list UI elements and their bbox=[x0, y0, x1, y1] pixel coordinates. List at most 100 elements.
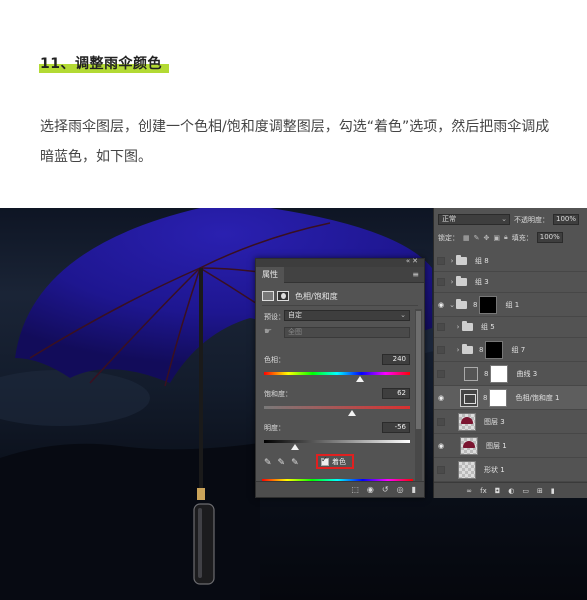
lock-artboard-icon[interactable]: ▣ bbox=[493, 234, 500, 242]
clip-to-layer-icon[interactable]: ⬚ bbox=[351, 485, 359, 494]
properties-scrollbar[interactable] bbox=[415, 309, 422, 489]
lock-label: 锁定： bbox=[438, 233, 459, 242]
cloud bbox=[0, 370, 150, 426]
lightness-slider-thumb[interactable] bbox=[291, 444, 299, 450]
divider bbox=[262, 305, 418, 306]
adjustment-name: 色相/饱和度 bbox=[295, 291, 338, 301]
expand-caret-icon[interactable]: › bbox=[448, 278, 456, 286]
layer-mask-thumbnail[interactable] bbox=[490, 364, 509, 383]
delete-icon[interactable]: ▮ bbox=[412, 485, 416, 494]
new-group-icon[interactable]: ▭ bbox=[522, 487, 529, 495]
group-mask-thumbnail[interactable] bbox=[479, 295, 498, 314]
collapse-caret-icon[interactable]: ⌄ bbox=[448, 301, 456, 309]
channel-select[interactable]: 全图 bbox=[284, 327, 410, 338]
layers-lock-row: 锁定： ▦ ✎ ✥ ▣ 🔒︎ 填充： 100% bbox=[434, 230, 587, 245]
hue-slider-thumb[interactable] bbox=[356, 376, 364, 382]
colorize-label: 着色 bbox=[332, 457, 346, 466]
lock-paint-icon[interactable]: ✎ bbox=[474, 234, 480, 242]
folder-icon bbox=[462, 343, 473, 354]
link-icon: 8 bbox=[484, 369, 489, 378]
panel-menu-icon[interactable]: ≡ bbox=[412, 270, 419, 279]
visibility-toggle[interactable] bbox=[437, 345, 445, 354]
layer-row[interactable]: 8 曲线 3 bbox=[434, 362, 587, 386]
folder-icon bbox=[456, 276, 467, 286]
visibility-toggle[interactable] bbox=[437, 323, 445, 331]
colorize-checkbox-highlight[interactable]: 着色 bbox=[316, 454, 354, 469]
layer-row[interactable]: 图层 3 bbox=[434, 410, 587, 434]
saturation-slider-track[interactable] bbox=[264, 406, 410, 409]
layers-footer: ∞ fx ◘ ◐ ▭ ⊞ ▮ bbox=[434, 482, 587, 498]
eye-icon[interactable]: ◉ bbox=[434, 394, 448, 402]
lock-move-icon[interactable]: ✥ bbox=[484, 234, 490, 242]
collapse-icon[interactable]: «✕ bbox=[406, 257, 420, 265]
saturation-value-field[interactable]: 62 bbox=[382, 388, 410, 399]
visibility-toggle[interactable] bbox=[437, 257, 445, 265]
folder-icon bbox=[456, 255, 467, 265]
eyedropper-icon[interactable]: ✎ bbox=[264, 458, 272, 468]
link-icon: 8 bbox=[479, 345, 484, 354]
opacity-field[interactable]: 100% bbox=[553, 214, 580, 225]
eye-icon[interactable]: ◉ bbox=[434, 442, 448, 450]
layer-row[interactable]: › 组 8 bbox=[434, 251, 587, 272]
hue-saturation-icon bbox=[460, 388, 478, 407]
layer-row[interactable]: › 组 5 bbox=[434, 317, 587, 338]
layer-name: 组 3 bbox=[475, 278, 489, 286]
hill-silhouette bbox=[0, 443, 260, 600]
properties-panel: «✕ 属性 ≡ 色相/饱和度 预设： 自定 ⌄ ☛ 全图 色相： 240 饱和度… bbox=[255, 257, 425, 498]
layer-row[interactable]: 形状 1 bbox=[434, 458, 587, 482]
layer-row-selected[interactable]: ◉ 8 色相/饱和度 1 bbox=[434, 386, 587, 410]
lightness-slider-track[interactable] bbox=[264, 440, 410, 443]
lock-all-icon[interactable]: 🔒︎ bbox=[504, 233, 508, 242]
layer-mask-icon[interactable] bbox=[277, 291, 289, 301]
visibility-toggle[interactable] bbox=[437, 278, 445, 286]
colorize-checkbox[interactable] bbox=[321, 455, 329, 466]
hue-value-field[interactable]: 240 bbox=[382, 354, 410, 365]
layer-name: 图层 3 bbox=[484, 417, 505, 426]
panel-titlebar[interactable]: «✕ bbox=[256, 257, 424, 267]
add-mask-icon[interactable]: ◘ bbox=[495, 487, 501, 495]
layers-options-row: 正常 ⌄ 不透明度： 100% bbox=[434, 212, 587, 227]
new-layer-icon[interactable]: ⊞ bbox=[537, 487, 543, 495]
visibility-toggle[interactable] bbox=[437, 417, 445, 426]
expand-caret-icon[interactable]: › bbox=[448, 257, 456, 265]
saturation-slider-thumb[interactable] bbox=[348, 410, 356, 416]
visibility-toggle[interactable] bbox=[437, 465, 445, 474]
hue-slider-track[interactable] bbox=[264, 372, 410, 375]
fx-icon[interactable]: fx bbox=[480, 487, 487, 495]
layer-thumbnail[interactable] bbox=[458, 412, 476, 431]
targeted-adjustment-icon[interactable]: ☛ bbox=[264, 327, 272, 337]
shape-layer-thumbnail[interactable] bbox=[458, 460, 476, 479]
delete-layer-icon[interactable]: ▮ bbox=[551, 487, 555, 495]
layer-row[interactable]: › 8 组 7 bbox=[434, 338, 587, 362]
eyedropper-plus-icon[interactable]: ✎ bbox=[278, 458, 286, 468]
eye-icon[interactable]: ◉ bbox=[434, 301, 448, 309]
reset-icon[interactable]: ↺ bbox=[382, 485, 389, 494]
fill-field[interactable]: 100% bbox=[536, 232, 563, 243]
link-icon: 8 bbox=[473, 300, 478, 309]
eyedropper-minus-icon[interactable]: ✎ bbox=[291, 458, 299, 468]
visibility-toggle[interactable] bbox=[437, 369, 445, 378]
umbrella-button bbox=[197, 488, 205, 500]
blend-mode-select[interactable]: 正常 ⌄ bbox=[438, 214, 510, 225]
expand-caret-icon[interactable]: › bbox=[454, 323, 462, 331]
layer-row[interactable]: › 组 3 bbox=[434, 272, 587, 293]
layer-row[interactable]: ◉ ⌄ 8 组 1 bbox=[434, 293, 587, 317]
visibility-icon[interactable]: ◎ bbox=[397, 485, 404, 494]
layer-list: › 组 8 › 组 3 ◉ ⌄ 8 组 1 › 组 5 › 8 组 7 8 曲线… bbox=[434, 251, 587, 482]
expand-caret-icon[interactable]: › bbox=[454, 346, 462, 354]
layer-row[interactable]: ◉ 图层 1 bbox=[434, 434, 587, 458]
adjustment-layer-icon[interactable]: ◐ bbox=[508, 487, 514, 495]
lightness-value-field[interactable]: -56 bbox=[382, 422, 410, 433]
link-layers-icon[interactable]: ∞ bbox=[466, 487, 472, 495]
properties-body: 色相/饱和度 预设： 自定 ⌄ ☛ 全图 色相： 240 饱和度： 62 明度：… bbox=[256, 283, 424, 497]
view-previous-icon[interactable]: ◉ bbox=[367, 485, 374, 494]
preset-select[interactable]: 自定 ⌄ bbox=[284, 310, 410, 321]
group-mask-thumbnail[interactable] bbox=[485, 340, 504, 359]
folder-icon bbox=[462, 321, 473, 331]
layer-mask-thumbnail[interactable] bbox=[489, 388, 508, 407]
lock-pixels-icon[interactable]: ▦ bbox=[463, 234, 470, 242]
hue-saturation-icon[interactable] bbox=[262, 291, 274, 301]
handle-highlight bbox=[198, 508, 202, 578]
layer-thumbnail[interactable] bbox=[460, 436, 478, 455]
tab-properties[interactable]: 属性 bbox=[256, 267, 284, 283]
